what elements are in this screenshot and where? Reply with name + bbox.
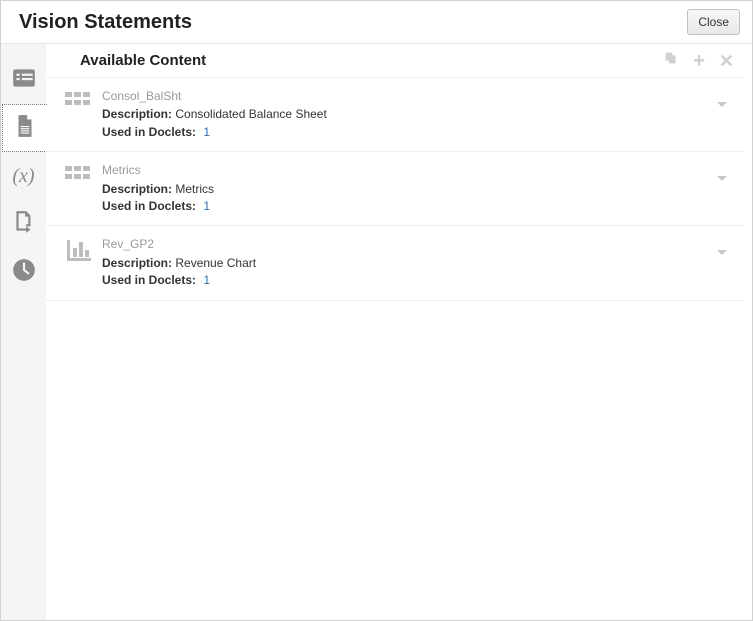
used-in-label: Used in Doclets: (102, 125, 196, 139)
content-row-body: Metrics Description: Metrics Used in Doc… (102, 162, 710, 215)
content-used-in-line: Used in Doclets: 1 (102, 198, 710, 215)
content-list: Consol_BalSht Description: Consolidated … (46, 77, 744, 301)
content-row-body: Rev_GP2 Description: Revenue Chart Used … (102, 236, 710, 289)
close-button[interactable]: Close (687, 9, 740, 35)
sidebar-tab-export[interactable] (1, 200, 46, 248)
description-label: Description: (102, 182, 172, 196)
used-in-count[interactable]: 1 (203, 125, 210, 139)
expand-caret[interactable] (710, 88, 734, 110)
variable-icon: (x) (12, 165, 34, 188)
description-value: Consolidated Balance Sheet (175, 107, 326, 121)
content-row[interactable]: Rev_GP2 Description: Revenue Chart Used … (46, 226, 744, 300)
dialog-body: (x) Available Content + (1, 44, 752, 620)
add-icon[interactable]: + (693, 53, 705, 69)
section-title: Available Content (80, 52, 206, 69)
sidebar-tab-history[interactable] (1, 248, 46, 296)
content-row-body: Consol_BalSht Description: Consolidated … (102, 88, 710, 141)
copy-icon[interactable] (663, 50, 679, 71)
content-name: Metrics (102, 162, 710, 179)
content-row[interactable]: Consol_BalSht Description: Consolidated … (46, 77, 744, 152)
used-in-label: Used in Doclets: (102, 199, 196, 213)
description-label: Description: (102, 256, 172, 270)
content-used-in-line: Used in Doclets: 1 (102, 272, 710, 289)
list-icon (11, 65, 37, 96)
sidebar-tab-list[interactable] (1, 56, 46, 104)
delete-icon[interactable]: ✕ (719, 53, 734, 69)
clock-icon (11, 257, 37, 288)
used-in-count[interactable]: 1 (203, 273, 210, 287)
content-name: Consol_BalSht (102, 88, 710, 105)
dialog-window: Vision Statements Close (x) (0, 0, 753, 621)
main-panel: Available Content + ✕ Consol_BalSht (46, 44, 752, 620)
description-value: Metrics (175, 182, 214, 196)
content-description-line: Description: Metrics (102, 181, 710, 198)
description-label: Description: (102, 107, 172, 121)
used-in-label: Used in Doclets: (102, 273, 196, 287)
used-in-count[interactable]: 1 (203, 199, 210, 213)
grid-icon (56, 88, 102, 114)
title-bar: Vision Statements Close (1, 1, 752, 43)
content-description-line: Description: Revenue Chart (102, 255, 710, 272)
section-header: Available Content + ✕ (46, 44, 744, 77)
content-name: Rev_GP2 (102, 236, 710, 253)
grid-icon (56, 162, 102, 188)
expand-caret[interactable] (710, 162, 734, 184)
sidebar-tab-document[interactable] (2, 104, 47, 152)
sidebar: (x) (1, 44, 46, 620)
export-icon (11, 209, 37, 240)
content-description-line: Description: Consolidated Balance Sheet (102, 106, 710, 123)
dialog-title: Vision Statements (19, 11, 192, 34)
sidebar-tab-variable[interactable]: (x) (1, 152, 46, 200)
document-icon (12, 113, 38, 144)
section-header-actions: + ✕ (663, 50, 734, 71)
chart-icon (56, 236, 102, 262)
description-value: Revenue Chart (175, 256, 256, 270)
content-row[interactable]: Metrics Description: Metrics Used in Doc… (46, 152, 744, 226)
expand-caret[interactable] (710, 236, 734, 258)
content-used-in-line: Used in Doclets: 1 (102, 124, 710, 141)
